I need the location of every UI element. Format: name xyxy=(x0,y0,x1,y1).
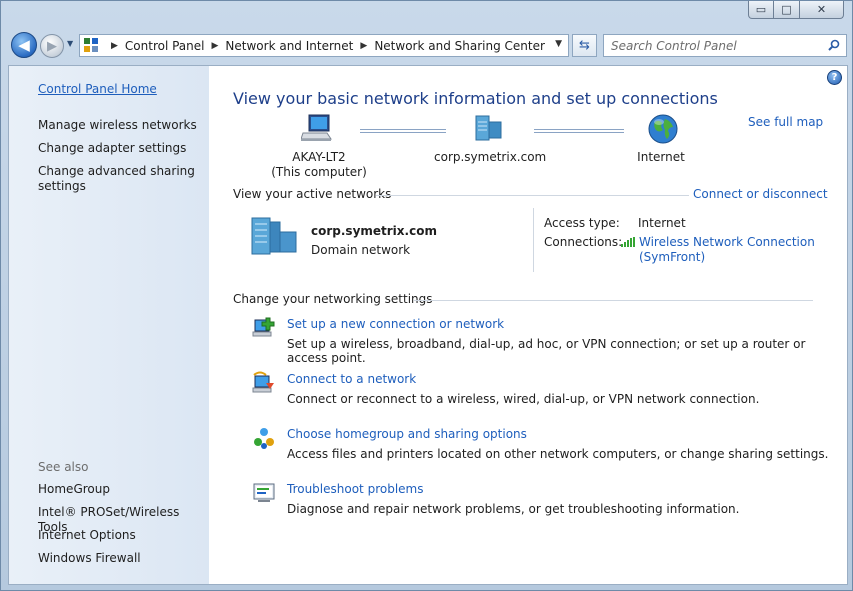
map-domain-label[interactable]: corp.symetrix.com xyxy=(434,150,546,165)
window-frame: ▭ □ ✕ ◀ ▶ ▼ ▶ Control Panel ▶ Network an… xyxy=(0,0,853,591)
manage-wireless-link[interactable]: Manage wireless networks xyxy=(38,118,197,133)
homegroup-sharing-description: Access files and printers located on oth… xyxy=(287,447,829,461)
map-computer-label[interactable]: AKAY-LT2 (This computer) xyxy=(271,150,367,180)
breadcrumb-network-internet[interactable]: Network and Internet xyxy=(225,39,353,53)
back-button[interactable]: ◀ xyxy=(11,32,37,58)
domain-network-icon[interactable] xyxy=(250,216,300,256)
connect-network-icon xyxy=(252,371,274,393)
navigation-bar: ◀ ▶ ▼ ▶ Control Panel ▶ Network and Inte… xyxy=(7,29,847,61)
forward-button[interactable]: ▶ xyxy=(40,34,64,58)
troubleshoot-icon xyxy=(253,483,275,502)
wireless-ssid-link[interactable]: (SymFront) xyxy=(639,250,705,264)
network-name: corp.symetrix.com xyxy=(311,224,437,238)
map-connection-line xyxy=(360,129,446,133)
troubleshoot-description: Diagnose and repair network problems, or… xyxy=(287,502,740,516)
advanced-sharing-link-line2[interactable]: settings xyxy=(38,179,86,194)
wireless-connection-link[interactable]: Wireless Network Connection xyxy=(639,235,815,249)
internet-globe-icon xyxy=(648,114,678,144)
section-divider xyxy=(376,195,689,196)
address-dropdown-icon[interactable]: ▼ xyxy=(555,39,562,49)
search-input[interactable]: Search Control Panel xyxy=(603,34,847,57)
internet-options-link[interactable]: Internet Options xyxy=(38,528,136,543)
access-type-label: Access type: xyxy=(544,216,620,230)
breadcrumb-separator[interactable]: ▶ xyxy=(111,41,118,51)
help-icon[interactable]: ? xyxy=(827,70,842,85)
caption-buttons: ▭ □ ✕ xyxy=(748,1,844,19)
new-connection-icon xyxy=(252,317,275,337)
page-title: View your basic network information and … xyxy=(233,89,718,108)
address-bar[interactable]: ▶ Control Panel ▶ Network and Internet ▶… xyxy=(79,34,569,57)
map-connection-line xyxy=(534,129,624,133)
active-networks-heading: View your active networks xyxy=(233,187,392,201)
wireless-signal-icon xyxy=(621,237,635,247)
recent-pages-dropdown[interactable]: ▼ xyxy=(67,39,73,48)
homegroup-link[interactable]: HomeGroup xyxy=(38,482,110,497)
advanced-sharing-link[interactable]: Change advanced sharing xyxy=(38,164,195,179)
change-adapter-link[interactable]: Change adapter settings xyxy=(38,141,186,156)
minimize-button[interactable]: ▭ xyxy=(748,1,774,19)
breadcrumb-separator[interactable]: ▶ xyxy=(360,41,367,51)
breadcrumb-separator[interactable]: ▶ xyxy=(212,41,219,51)
breadcrumb-control-panel[interactable]: Control Panel xyxy=(125,39,205,53)
breadcrumb-network-sharing-center[interactable]: Network and Sharing Center xyxy=(374,39,545,53)
connect-network-link[interactable]: Connect to a network xyxy=(287,372,416,386)
connect-network-description: Connect or reconnect to a wireless, wire… xyxy=(287,392,760,406)
control-panel-icon xyxy=(84,37,100,54)
connect-disconnect-link[interactable]: Connect or disconnect xyxy=(693,187,828,201)
vertical-divider xyxy=(533,208,534,272)
content-area: Control Panel Home Manage wireless netwo… xyxy=(8,65,848,585)
networking-settings-heading: Change your networking settings xyxy=(233,292,433,306)
setup-connection-description: Set up a wireless, broadband, dial-up, a… xyxy=(287,337,806,365)
computer-name: AKAY-LT2 xyxy=(292,150,346,164)
setup-connection-link[interactable]: Set up a new connection or network xyxy=(287,317,504,331)
network-category: Domain network xyxy=(311,243,411,257)
section-divider xyxy=(414,300,813,301)
connections-label: Connections: xyxy=(544,235,623,249)
control-panel-home-link[interactable]: Control Panel Home xyxy=(38,82,157,97)
computer-icon xyxy=(301,114,332,141)
map-internet-label[interactable]: Internet xyxy=(621,150,701,165)
domain-server-icon xyxy=(475,115,502,141)
close-button[interactable]: ✕ xyxy=(800,1,844,19)
homegroup-sharing-link[interactable]: Choose homegroup and sharing options xyxy=(287,427,527,441)
search-placeholder: Search Control Panel xyxy=(611,38,737,53)
sidebar: Control Panel Home Manage wireless netwo… xyxy=(9,66,209,584)
windows-firewall-link[interactable]: Windows Firewall xyxy=(38,551,141,566)
see-also-heading: See also xyxy=(38,460,89,474)
access-type-value: Internet xyxy=(638,216,686,230)
search-icon[interactable] xyxy=(828,39,840,51)
homegroup-icon xyxy=(254,428,274,449)
computer-sub: (This computer) xyxy=(271,165,367,179)
troubleshoot-link[interactable]: Troubleshoot problems xyxy=(287,482,423,496)
see-full-map-link[interactable]: See full map xyxy=(748,115,823,129)
refresh-button[interactable]: ⇆ xyxy=(572,34,597,57)
maximize-button[interactable]: □ xyxy=(774,1,800,19)
